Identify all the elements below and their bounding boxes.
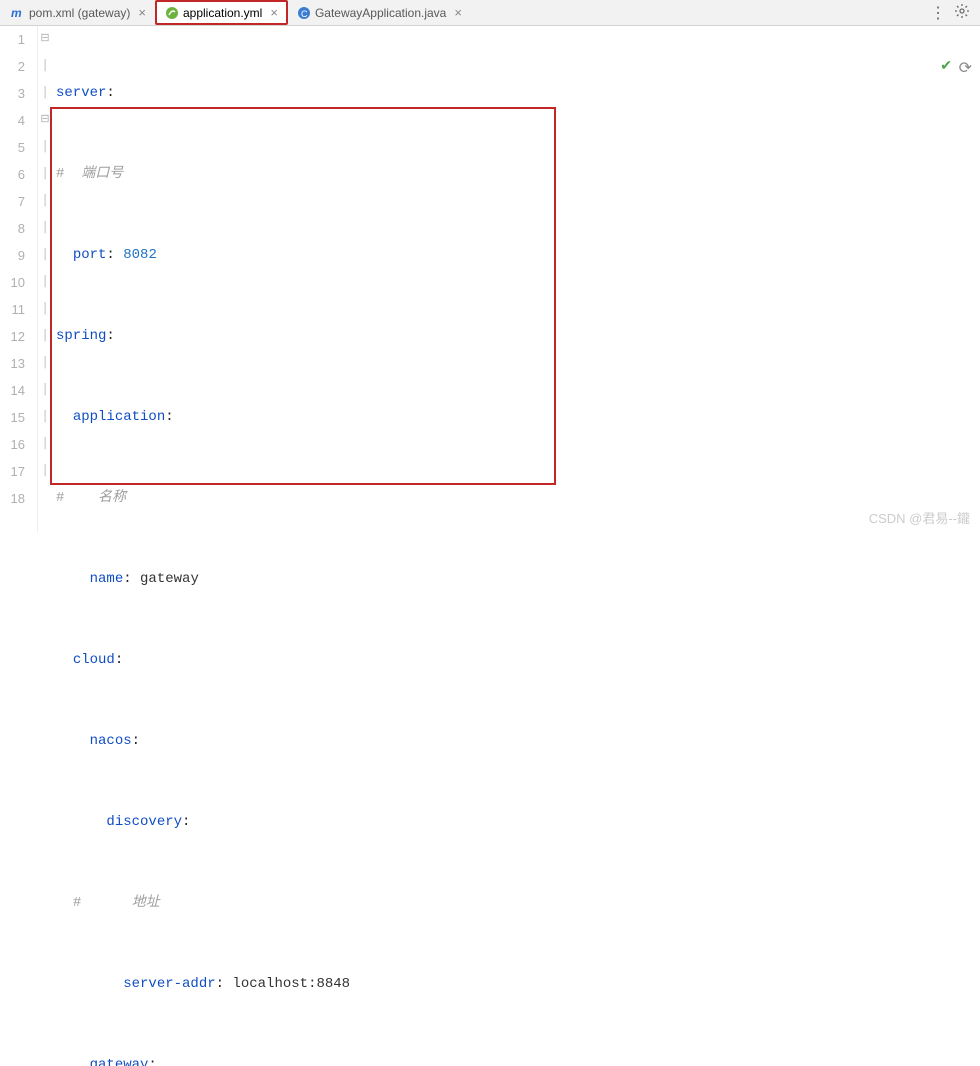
fold-line: │ — [38, 350, 52, 377]
fold-line: │ — [38, 80, 52, 107]
line-number: 7 — [0, 188, 25, 215]
fold-line: │ — [38, 188, 52, 215]
close-icon[interactable]: × — [266, 5, 278, 20]
line-number: 6 — [0, 161, 25, 188]
code-line: cloud: — [56, 647, 980, 674]
gear-icon[interactable] — [954, 3, 970, 22]
fold-line: │ — [38, 242, 52, 269]
code-line: application: — [56, 404, 980, 431]
fold-line: │ — [38, 53, 52, 80]
maven-icon: m — [11, 6, 25, 20]
java-class-icon: C — [297, 6, 311, 20]
line-number: 9 — [0, 242, 25, 269]
tab-application-yml[interactable]: application.yml × — [155, 0, 288, 25]
svg-text:C: C — [301, 9, 308, 19]
fold-line: │ — [38, 269, 52, 296]
more-icon[interactable]: ⋮ — [930, 3, 946, 23]
fold-line — [38, 485, 52, 512]
tab-java[interactable]: C GatewayApplication.java × — [288, 0, 471, 25]
line-number: 16 — [0, 431, 25, 458]
code-line: name: gateway — [56, 566, 980, 593]
reload-icon[interactable]: ⟳ — [959, 58, 972, 78]
code-area[interactable]: server: # 端口号 port: 8082 spring: applica… — [52, 26, 980, 533]
fold-column: ⊟ │ │ ⊟ │ │ │ │ │ │ │ │ │ │ │ │ │ — [38, 26, 52, 533]
line-number: 3 — [0, 80, 25, 107]
code-line: server: — [56, 80, 980, 107]
tab-pom[interactable]: m pom.xml (gateway) × — [2, 0, 155, 25]
fold-line: │ — [38, 161, 52, 188]
fold-icon[interactable]: ⊟ — [38, 107, 52, 134]
code-line: nacos: — [56, 728, 980, 755]
code-line: # 名称 — [56, 485, 980, 512]
line-number: 12 — [0, 323, 25, 350]
check-icon: ✔ — [940, 58, 952, 75]
svg-text:m: m — [11, 6, 22, 20]
watermark: CSDN @君易--鑨 — [869, 508, 970, 527]
line-number: 15 — [0, 404, 25, 431]
line-number-gutter: 1 2 3 4 5 6 7 8 9 10 11 12 13 14 15 16 1… — [0, 26, 38, 533]
fold-line: │ — [38, 296, 52, 323]
line-number: 14 — [0, 377, 25, 404]
editor-tabs: m pom.xml (gateway) × application.yml × … — [0, 0, 980, 26]
code-line: gateway: — [56, 1052, 980, 1066]
fold-line: │ — [38, 404, 52, 431]
code-line: # 端口号 — [56, 161, 980, 188]
spring-icon — [165, 6, 179, 20]
close-icon[interactable]: × — [450, 5, 462, 20]
tab-label: GatewayApplication.java — [315, 6, 446, 20]
line-number: 10 — [0, 269, 25, 296]
fold-line: │ — [38, 215, 52, 242]
tab-label: application.yml — [183, 6, 262, 20]
fold-line: │ — [38, 134, 52, 161]
tab-label: pom.xml (gateway) — [29, 6, 130, 20]
line-number: 5 — [0, 134, 25, 161]
line-number: 2 — [0, 53, 25, 80]
code-line: server-addr: localhost:8848 — [56, 971, 980, 998]
code-line: discovery: — [56, 809, 980, 836]
fold-line: │ — [38, 431, 52, 458]
line-number: 8 — [0, 215, 25, 242]
fold-line: │ — [38, 323, 52, 350]
fold-line: │ — [38, 377, 52, 404]
line-number: 17 — [0, 458, 25, 485]
editor-main: 1 2 3 4 5 6 7 8 9 10 11 12 13 14 15 16 1… — [0, 26, 980, 533]
fold-icon[interactable]: ⊟ — [38, 26, 52, 53]
line-number: 11 — [0, 296, 25, 323]
line-number: 1 — [0, 26, 25, 53]
fold-line: │ — [38, 458, 52, 485]
code-line: # 地址 — [56, 890, 980, 917]
line-number: 4 — [0, 107, 25, 134]
code-line: spring: — [56, 323, 980, 350]
line-number: 18 — [0, 485, 25, 512]
line-number: 13 — [0, 350, 25, 377]
close-icon[interactable]: × — [134, 5, 146, 20]
code-line: port: 8082 — [56, 242, 980, 269]
